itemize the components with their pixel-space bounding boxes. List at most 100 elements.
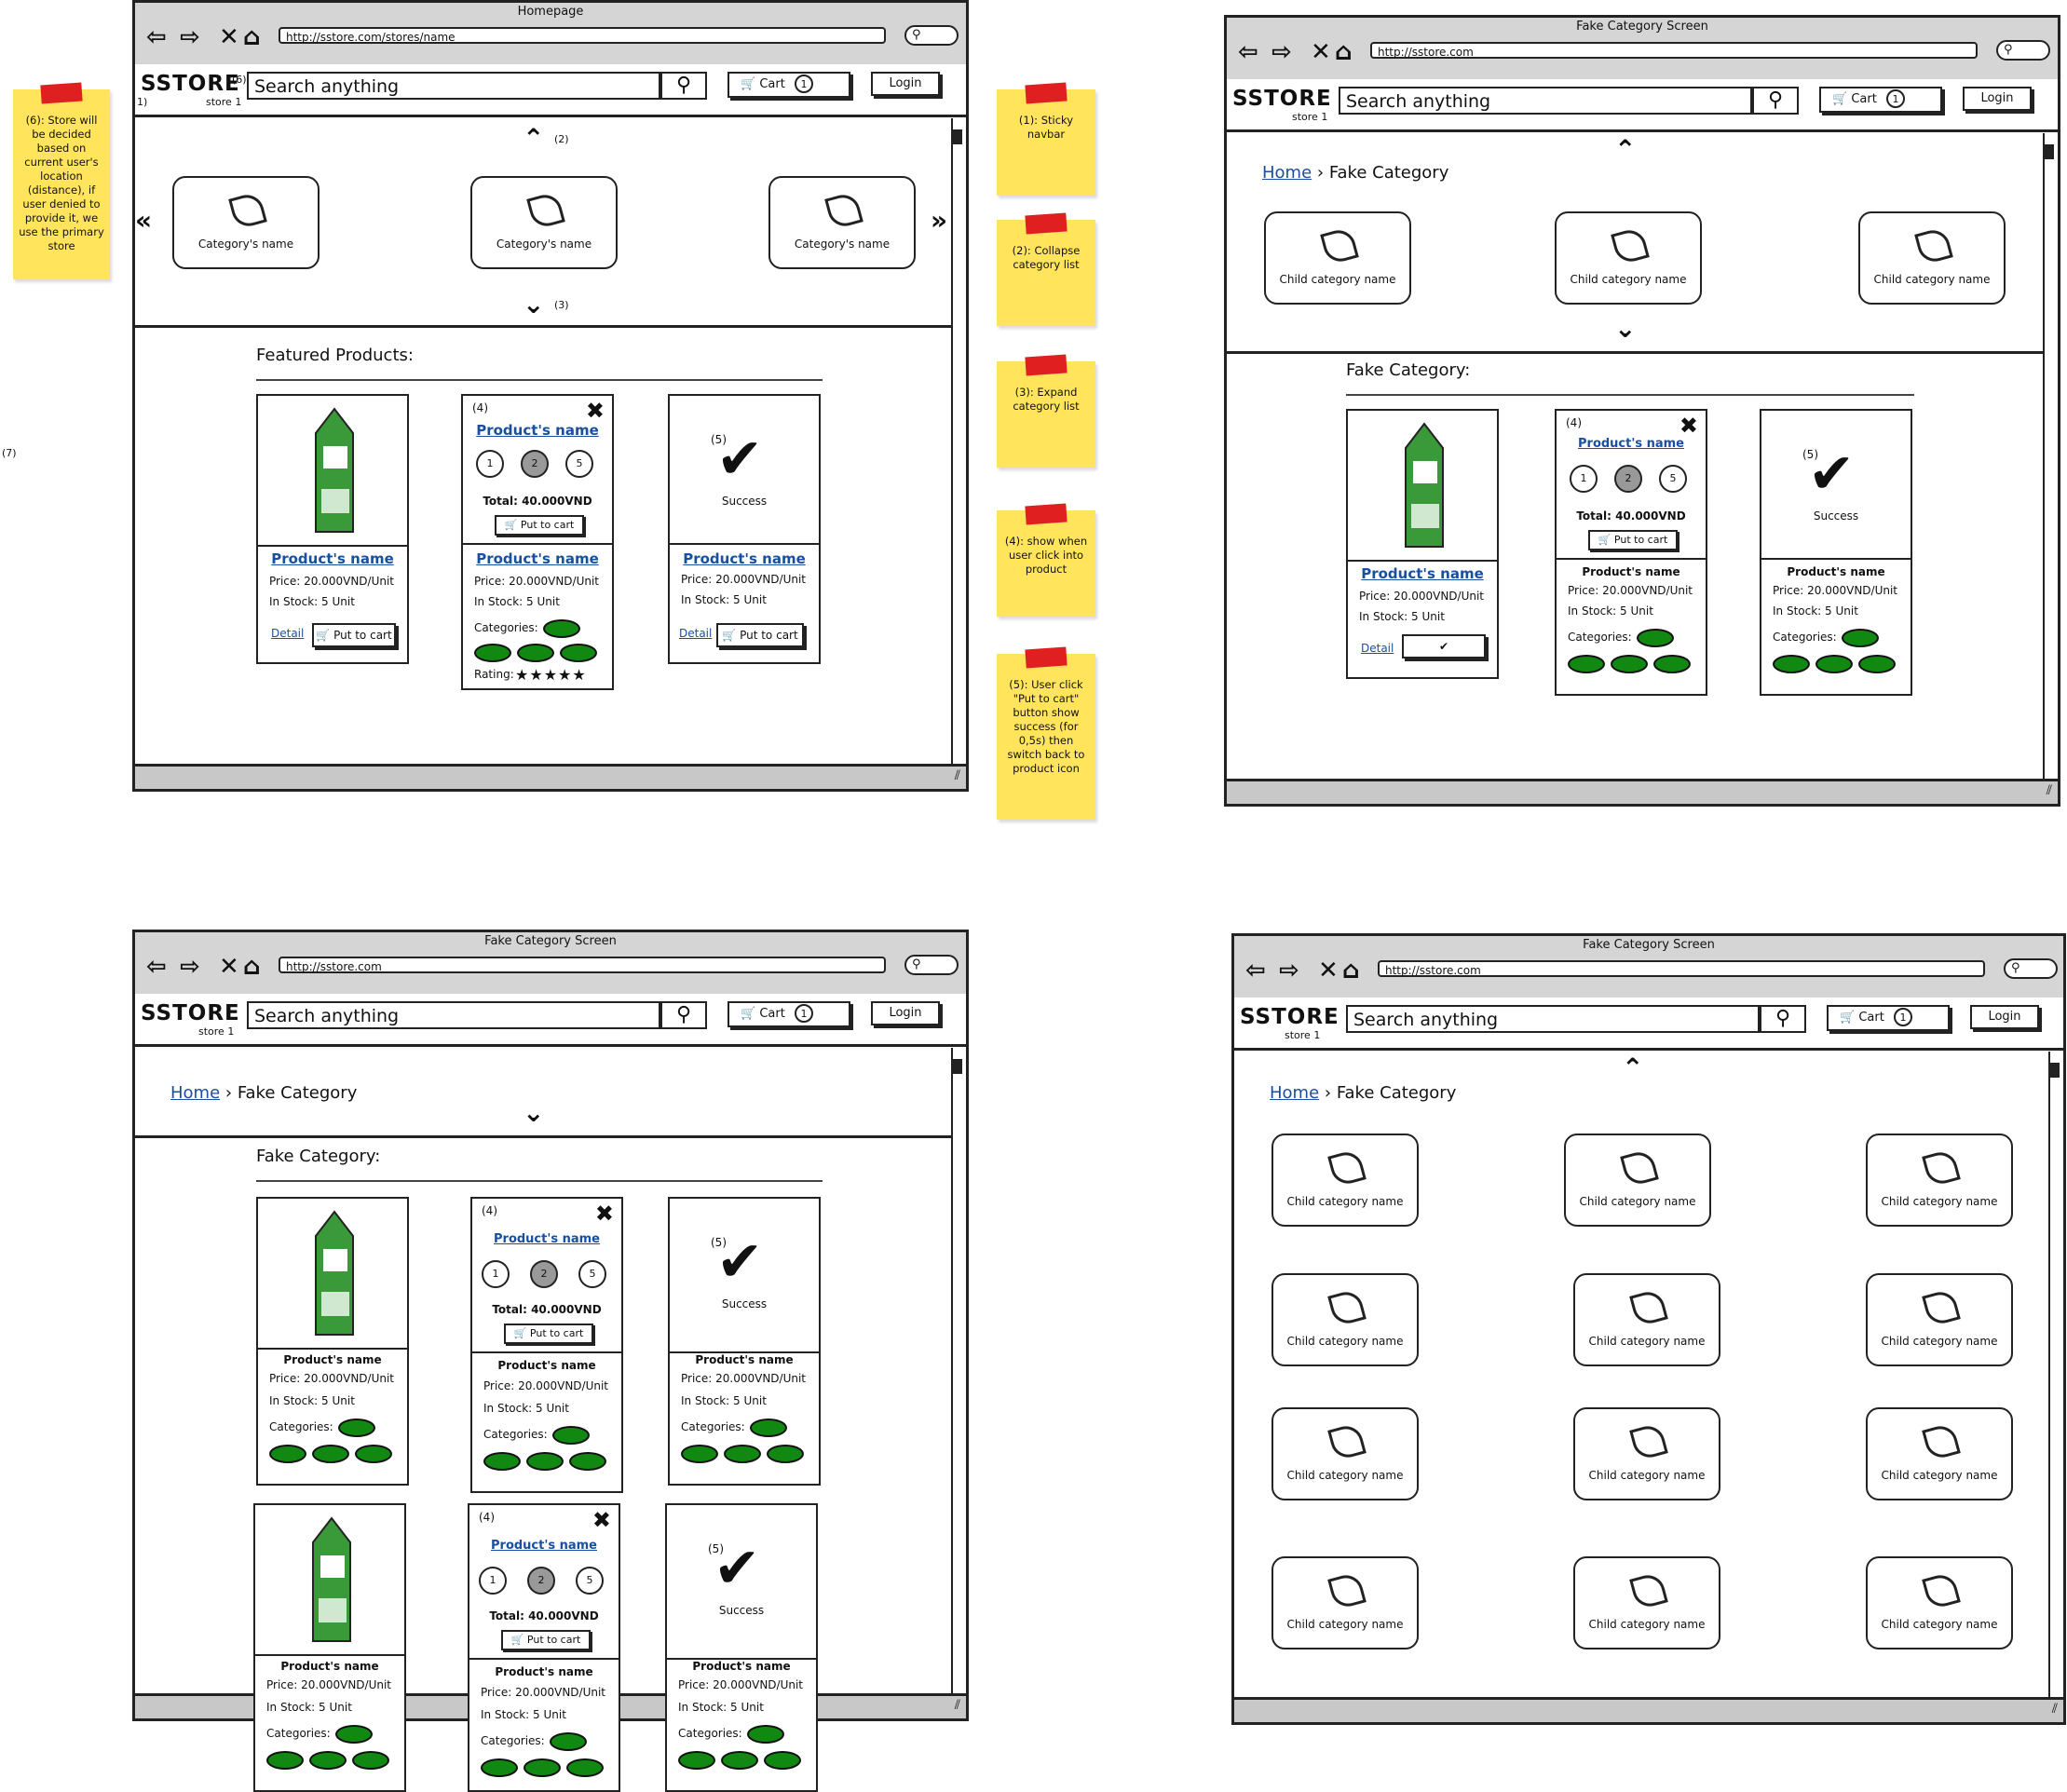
qty-option-selected[interactable]: 2 (521, 450, 549, 478)
put-to-cart-button[interactable]: 🛒 Put to cart (504, 1324, 593, 1344)
product-name-link[interactable]: Product's name (670, 550, 819, 567)
chevron-up-icon[interactable]: ⌃ (1614, 137, 1636, 163)
qty-option[interactable]: 1 (476, 450, 504, 478)
scroll-thumb[interactable] (953, 129, 962, 144)
search-button[interactable]: ⚲ (660, 1001, 707, 1029)
search-button[interactable]: ⚲ (1760, 1005, 1806, 1033)
cart-button[interactable]: 🛒 Cart 1 (728, 1001, 850, 1027)
forward-icon[interactable]: ⇨ (180, 25, 200, 49)
product-card-expanded[interactable]: (4) ✖ Product's name 1 2 5 Total: 40.000… (470, 1197, 623, 1493)
child-category-card[interactable]: Child category name (1573, 1556, 1720, 1649)
category-tag[interactable] (543, 619, 580, 638)
category-tag[interactable] (767, 1445, 804, 1463)
category-tag[interactable] (269, 1445, 306, 1463)
chevron-right-icon[interactable]: » (931, 208, 947, 234)
category-tag[interactable] (312, 1445, 349, 1463)
qty-option[interactable]: 1 (1570, 465, 1598, 493)
resize-grip-icon[interactable]: ⫽ (955, 768, 960, 783)
browser-search[interactable]: ⚲ (904, 25, 959, 46)
qty-option-selected[interactable]: 2 (1614, 465, 1642, 493)
detail-link[interactable]: Detail (271, 627, 304, 640)
close-icon[interactable]: ✕ (1311, 40, 1331, 64)
home-icon[interactable]: ⌂ (1335, 40, 1353, 64)
breadcrumb-home-link[interactable]: Home (1262, 163, 1312, 183)
qty-option[interactable]: 1 (482, 1260, 510, 1288)
category-tag[interactable] (721, 1751, 758, 1770)
put-to-cart-button[interactable]: 🛒 Put to cart (1588, 530, 1678, 550)
logo[interactable]: SSTORE (1232, 87, 1332, 111)
close-icon[interactable]: ✖ (592, 1507, 611, 1533)
store-name[interactable]: store 1 (1292, 111, 1327, 123)
category-tag[interactable] (1611, 655, 1648, 673)
close-icon[interactable]: ✖ (595, 1201, 614, 1227)
category-tag[interactable] (560, 644, 597, 662)
chevron-down-icon[interactable]: ⌄ (523, 292, 544, 318)
child-category-card[interactable]: Child category name (1858, 211, 2006, 305)
breadcrumb-home-link[interactable]: Home (170, 1083, 220, 1103)
category-tag[interactable] (352, 1751, 389, 1770)
category-tag[interactable] (474, 644, 511, 662)
home-icon[interactable]: ⌂ (243, 25, 261, 49)
category-tag[interactable] (550, 1732, 587, 1751)
category-tag[interactable] (764, 1751, 801, 1770)
category-tag[interactable] (678, 1751, 715, 1770)
category-tag[interactable] (681, 1445, 718, 1463)
chevron-up-icon[interactable]: ⌃ (1622, 1055, 1643, 1081)
url-bar[interactable]: http://sstore.com/stores/name (279, 27, 886, 44)
product-name-link[interactable]: Product's name (469, 1539, 619, 1553)
child-category-card[interactable]: Child category name (1264, 211, 1411, 305)
qty-option[interactable]: 1 (479, 1567, 507, 1595)
product-card-success[interactable]: (5) ✔ Success Product's name Price: 20.0… (668, 1197, 821, 1486)
put-to-cart-button[interactable]: 🛒 Put to cart (495, 515, 584, 536)
store-name[interactable]: store 1 (206, 96, 241, 108)
close-icon[interactable]: ✖ (1679, 413, 1698, 439)
forward-icon[interactable]: ⇨ (180, 955, 200, 979)
category-tag[interactable] (1568, 655, 1605, 673)
cart-button[interactable]: 🛒 Cart 1 (728, 72, 850, 98)
category-tag[interactable] (750, 1419, 787, 1437)
child-category-card[interactable]: Child category name (1866, 1273, 2013, 1366)
search-input[interactable]: Search anything (247, 1001, 660, 1029)
qty-option[interactable]: 5 (1659, 465, 1687, 493)
qty-option[interactable]: 5 (578, 1260, 606, 1288)
category-tag[interactable] (1815, 655, 1853, 673)
back-icon[interactable]: ⇦ (1245, 958, 1266, 983)
login-button[interactable]: Login (871, 1001, 940, 1025)
search-input[interactable]: Search anything (1339, 87, 1752, 115)
product-card[interactable]: Product's name Price: 20.000VND/Unit In … (256, 394, 409, 664)
back-icon[interactable]: ⇦ (146, 955, 167, 979)
logo[interactable]: SSTORE (1240, 1005, 1339, 1029)
child-category-card[interactable]: Child category name (1271, 1556, 1419, 1649)
category-card[interactable]: Category's name (470, 176, 618, 269)
product-card[interactable]: Product's name Price: 20.000VND/Unit In … (253, 1503, 406, 1792)
category-tag[interactable] (309, 1751, 347, 1770)
back-icon[interactable]: ⇦ (1238, 40, 1258, 64)
put-to-cart-button[interactable]: 🛒 Put to cart (716, 623, 804, 647)
category-tag[interactable] (524, 1758, 561, 1777)
browser-search[interactable]: ⚲ (904, 955, 959, 975)
scrollbar[interactable] (951, 1048, 964, 1694)
put-to-cart-button[interactable]: 🛒 Put to cart (501, 1630, 591, 1650)
scroll-thumb[interactable] (953, 1059, 962, 1074)
product-name-link[interactable]: Product's name (463, 550, 612, 567)
logo[interactable]: SSTORE (141, 1001, 240, 1025)
search-input[interactable]: Search anything (247, 72, 660, 100)
category-card[interactable]: Category's name (172, 176, 320, 269)
category-tag[interactable] (266, 1751, 304, 1770)
close-icon[interactable]: ✕ (219, 25, 239, 49)
store-name[interactable]: store 1 (198, 1025, 234, 1038)
child-category-card[interactable]: Child category name (1866, 1407, 2013, 1500)
category-tag[interactable] (335, 1725, 373, 1744)
category-tag[interactable] (724, 1445, 761, 1463)
logo[interactable]: SSTORE (141, 72, 240, 96)
store-name[interactable]: store 1 (1285, 1029, 1320, 1041)
product-name-link[interactable]: Product's name (463, 422, 612, 439)
product-card-success[interactable]: (5) ✔ Success Product's name Price: 20.0… (668, 394, 821, 664)
category-tag[interactable] (569, 1452, 606, 1471)
category-tag[interactable] (1773, 655, 1810, 673)
qty-option-selected[interactable]: 2 (527, 1567, 555, 1595)
product-card-expanded[interactable]: (4) ✖ Product's name 1 2 5 Total: 40.000… (468, 1503, 620, 1792)
category-tag[interactable] (1858, 655, 1896, 673)
login-button[interactable]: Login (871, 72, 940, 96)
url-bar[interactable]: http://sstore.com (1378, 960, 1985, 977)
